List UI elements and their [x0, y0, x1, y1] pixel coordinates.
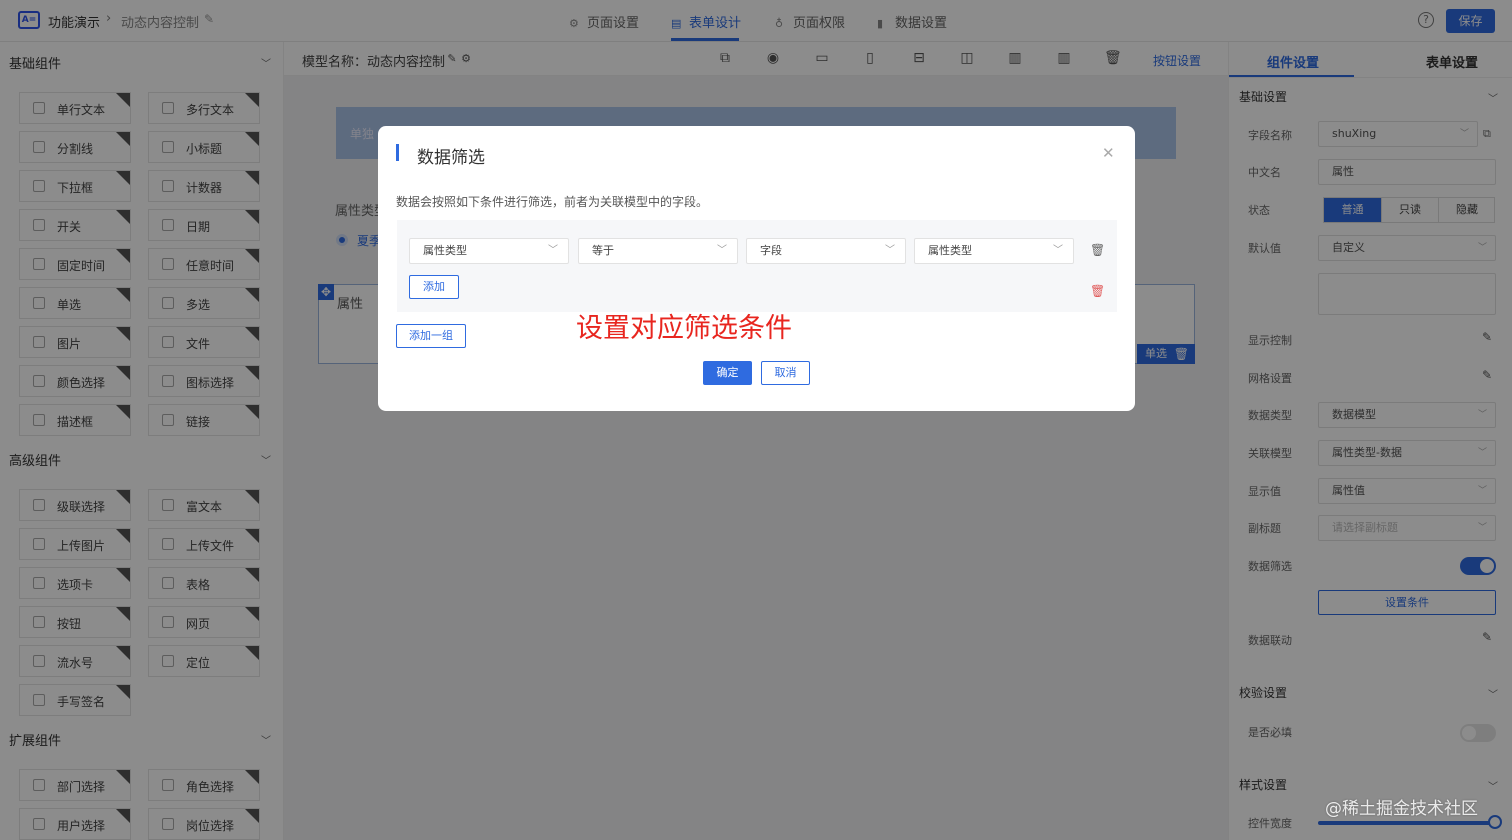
- close-icon[interactable]: ✕: [1102, 144, 1115, 162]
- filter-field-select[interactable]: 属性类型 ﹀: [409, 238, 569, 264]
- data-filter-dialog: 数据筛选 ✕ 数据会按照如下条件进行筛选，前者为关联模型中的字段。 属性类型 ﹀ …: [378, 126, 1135, 411]
- chevron-down-icon: ﹀: [717, 245, 727, 256]
- title-accent-bar: [396, 144, 399, 161]
- filter-operator-value: 等于: [592, 244, 614, 257]
- add-group-button[interactable]: 添加一组: [396, 324, 466, 348]
- filter-value-type-select[interactable]: 字段 ﹀: [746, 238, 906, 264]
- chevron-down-icon: ﹀: [1053, 245, 1063, 256]
- filter-value-type-value: 字段: [760, 244, 782, 257]
- confirm-button[interactable]: 确定: [703, 361, 752, 385]
- add-condition-button[interactable]: 添加: [409, 275, 459, 299]
- filter-value-value: 属性类型: [928, 244, 972, 257]
- filter-operator-select[interactable]: 等于 ﹀: [578, 238, 738, 264]
- annotation-text: 设置对应筛选条件: [576, 313, 792, 344]
- cancel-button[interactable]: 取消: [761, 361, 810, 385]
- dialog-title: 数据筛选: [417, 148, 485, 168]
- filter-field-value: 属性类型: [423, 244, 467, 257]
- dialog-description: 数据会按照如下条件进行筛选，前者为关联模型中的字段。: [396, 195, 709, 209]
- trash-icon[interactable]: 🗑: [1090, 243, 1105, 257]
- watermark: @稀土掘金技术社区: [1325, 799, 1478, 819]
- chevron-down-icon: ﹀: [548, 245, 558, 256]
- condition-group: [397, 220, 1117, 312]
- filter-value-select[interactable]: 属性类型 ﹀: [914, 238, 1074, 264]
- chevron-down-icon: ﹀: [885, 245, 895, 256]
- delete-group-icon[interactable]: 🗑: [1090, 284, 1105, 298]
